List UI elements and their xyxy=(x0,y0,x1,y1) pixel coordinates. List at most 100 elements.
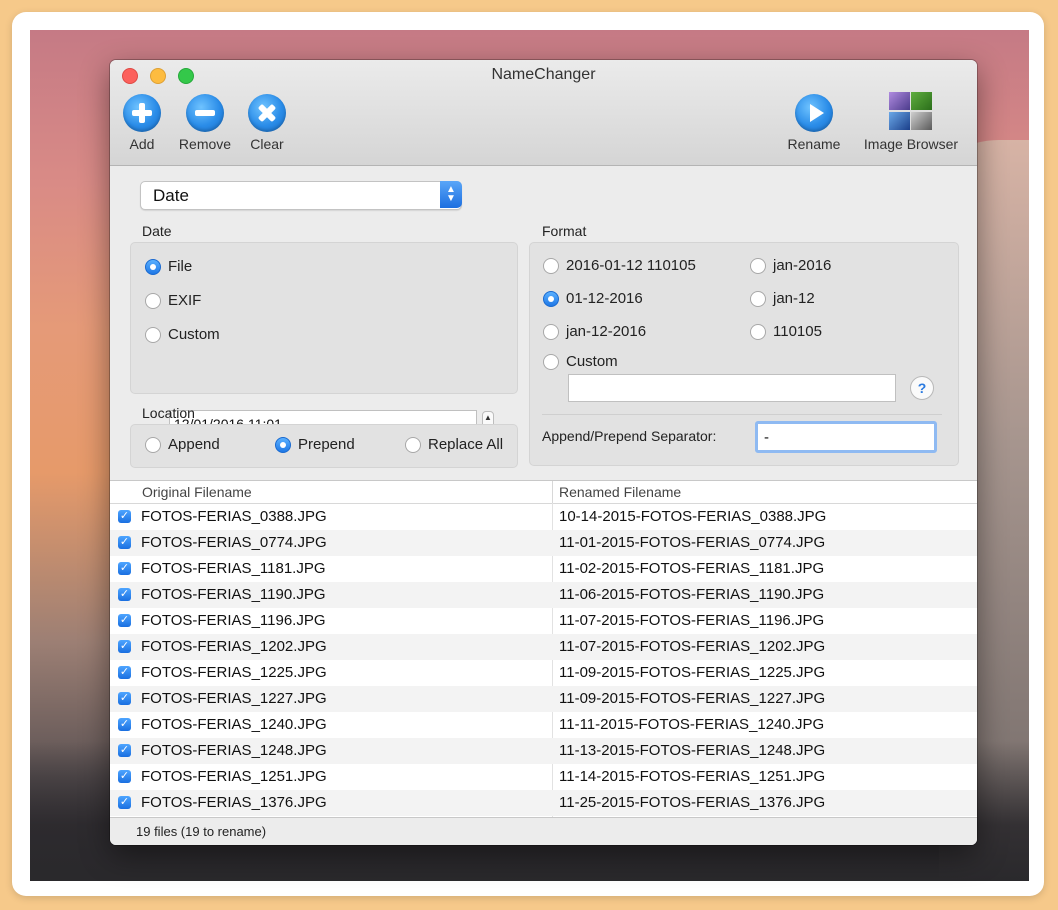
radio-dot xyxy=(543,290,559,307)
original-filename: FOTOS-FERIAS_1376.JPG xyxy=(141,794,327,811)
radio-label: jan-12 xyxy=(773,290,815,307)
table-row[interactable]: ✓ FOTOS-FERIAS_1202.JPG 11-07-2015-FOTOS… xyxy=(110,634,977,660)
radio-date-file[interactable]: File xyxy=(145,258,192,275)
table-header: Original Filename Renamed Filename xyxy=(110,481,977,504)
image-browser-label: Image Browser xyxy=(863,136,959,152)
remove-button[interactable]: Remove xyxy=(174,94,236,152)
checkbox[interactable]: ✓ xyxy=(118,692,131,705)
original-filename: FOTOS-FERIAS_1225.JPG xyxy=(141,664,327,681)
radio-location-replace-all[interactable]: Replace All xyxy=(405,436,503,453)
original-filename: FOTOS-FERIAS_0388.JPG xyxy=(141,508,327,525)
radio-format-custom[interactable]: Custom xyxy=(543,353,618,370)
renamed-filename: 10-14-2015-FOTOS-FERIAS_0388.JPG xyxy=(559,508,827,525)
radio-label: 01-12-2016 xyxy=(566,290,643,307)
header-divider xyxy=(552,481,553,503)
minus-circle-icon xyxy=(186,94,224,132)
checkbox[interactable]: ✓ xyxy=(118,640,131,653)
table-row[interactable]: ✓ FOTOS-FERIAS_1190.JPG 11-06-2015-FOTOS… xyxy=(110,582,977,608)
original-filename: FOTOS-FERIAS_1240.JPG xyxy=(141,716,327,733)
renamed-filename: 11-01-2015-FOTOS-FERIAS_0774.JPG xyxy=(559,534,826,551)
radio-dot xyxy=(543,257,559,274)
header-renamed-filename[interactable]: Renamed Filename xyxy=(559,484,681,500)
radio-format-jan-12-2016[interactable]: jan-12-2016 xyxy=(543,323,646,340)
format-divider xyxy=(542,414,942,415)
radio-label: Prepend xyxy=(298,436,355,453)
checkbox[interactable]: ✓ xyxy=(118,562,131,575)
radio-label: Replace All xyxy=(428,436,504,453)
original-filename: FOTOS-FERIAS_1251.JPG xyxy=(141,768,327,785)
radio-label: Custom xyxy=(566,353,618,370)
table-row[interactable]: ✓ FOTOS-FERIAS_1248.JPG 11-13-2015-FOTOS… xyxy=(110,738,977,764)
add-button[interactable]: Add xyxy=(122,94,162,152)
table-row[interactable]: ✓ FOTOS-FERIAS_1251.JPG 11-14-2015-FOTOS… xyxy=(110,764,977,790)
original-filename: FOTOS-FERIAS_1181.JPG xyxy=(141,560,326,577)
radio-label: File xyxy=(168,258,193,275)
radio-label: Custom xyxy=(168,326,220,343)
renamed-filename: 11-09-2015-FOTOS-FERIAS_1227.JPG xyxy=(559,690,826,707)
table-row[interactable]: ✓ FOTOS-FERIAS_1227.JPG 11-09-2015-FOTOS… xyxy=(110,686,977,712)
radio-format-datetime[interactable]: 2016-01-12 110105 xyxy=(543,257,696,274)
checkbox[interactable]: ✓ xyxy=(118,588,131,601)
checkbox[interactable]: ✓ xyxy=(118,718,131,731)
plus-circle-icon xyxy=(123,94,161,132)
original-filename: FOTOS-FERIAS_1196.JPG xyxy=(141,612,326,629)
options-panel: Date ▲▼ Date File EXIF Custom 12/01/2016… xyxy=(110,166,977,480)
radio-location-prepend[interactable]: Prepend xyxy=(275,436,355,453)
format-section-label: Format xyxy=(542,223,587,239)
status-text: 19 files (19 to rename) xyxy=(136,824,267,839)
radio-format-110105[interactable]: 110105 xyxy=(750,323,822,340)
checkbox[interactable]: ✓ xyxy=(118,510,131,523)
checkbox[interactable]: ✓ xyxy=(118,796,131,809)
table-row[interactable]: ✓ FOTOS-FERIAS_1196.JPG 11-07-2015-FOTOS… xyxy=(110,608,977,634)
original-filename: FOTOS-FERIAS_1227.JPG xyxy=(141,690,327,707)
add-label: Add xyxy=(129,136,155,152)
radio-format-jan-12[interactable]: jan-12 xyxy=(750,290,815,307)
table-row[interactable]: ✓ FOTOS-FERIAS_1225.JPG 11-09-2015-FOTOS… xyxy=(110,660,977,686)
header-original-filename[interactable]: Original Filename xyxy=(142,484,252,500)
rename-button[interactable]: Rename xyxy=(782,94,846,152)
radio-date-exif[interactable]: EXIF xyxy=(145,292,201,309)
renamed-filename: 11-06-2015-FOTOS-FERIAS_1190.JPG xyxy=(559,586,825,603)
image-browser-button[interactable]: Image Browser xyxy=(854,92,968,152)
original-filename: FOTOS-FERIAS_0774.JPG xyxy=(141,534,327,551)
checkbox[interactable]: ✓ xyxy=(118,614,131,627)
table-row[interactable]: ✓ FOTOS-FERIAS_0388.JPG 10-14-2015-FOTOS… xyxy=(110,504,977,530)
table-row[interactable]: ✓ FOTOS-FERIAS_1181.JPG 11-02-2015-FOTOS… xyxy=(110,556,977,582)
radio-format-01-12-2016[interactable]: 01-12-2016 xyxy=(543,290,643,307)
checkbox[interactable]: ✓ xyxy=(118,770,131,783)
radio-dot xyxy=(750,257,766,274)
radio-dot xyxy=(543,323,559,340)
photo-grid-icon xyxy=(888,92,934,132)
rename-label: Rename xyxy=(787,136,841,152)
clear-button[interactable]: Clear xyxy=(244,94,290,152)
checkbox[interactable]: ✓ xyxy=(118,744,131,757)
original-filename: FOTOS-FERIAS_1190.JPG xyxy=(141,586,326,603)
checkbox[interactable]: ✓ xyxy=(118,666,131,679)
status-bar: 19 files (19 to rename) xyxy=(110,817,977,845)
custom-format-field[interactable] xyxy=(568,374,896,402)
separator-label: Append/Prepend Separator: xyxy=(542,428,717,444)
table-row[interactable]: ✓ FOTOS-FERIAS_0774.JPG 11-01-2015-FOTOS… xyxy=(110,530,977,556)
renamed-filename: 11-25-2015-FOTOS-FERIAS_1376.JPG xyxy=(559,794,826,811)
file-table: Original Filename Renamed Filename ✓ FOT… xyxy=(110,480,977,817)
radio-dot xyxy=(145,326,161,343)
separator-input[interactable]: - xyxy=(755,421,937,453)
mode-select[interactable]: Date ▲ ▼ xyxy=(140,181,462,210)
play-circle-icon xyxy=(795,94,833,132)
radio-dot xyxy=(543,353,559,370)
table-row[interactable]: ✓ FOTOS-FERIAS_1376.JPG 11-25-2015-FOTOS… xyxy=(110,790,977,816)
renamed-filename: 11-07-2015-FOTOS-FERIAS_1202.JPG xyxy=(559,638,826,655)
radio-dot xyxy=(275,436,291,453)
mode-select-value: Date xyxy=(153,186,189,205)
table-row[interactable]: ✓ FOTOS-FERIAS_1240.JPG 11-11-2015-FOTOS… xyxy=(110,712,977,738)
radio-dot xyxy=(145,292,161,309)
radio-location-append[interactable]: Append xyxy=(145,436,220,453)
radio-dot xyxy=(405,436,421,453)
radio-date-custom[interactable]: Custom xyxy=(145,326,220,343)
clear-label: Clear xyxy=(250,136,284,152)
location-section-label: Location xyxy=(142,405,195,421)
checkbox[interactable]: ✓ xyxy=(118,536,131,549)
radio-format-jan-2016[interactable]: jan-2016 xyxy=(750,257,831,274)
help-button[interactable]: ? xyxy=(910,376,934,400)
radio-dot xyxy=(145,436,161,453)
